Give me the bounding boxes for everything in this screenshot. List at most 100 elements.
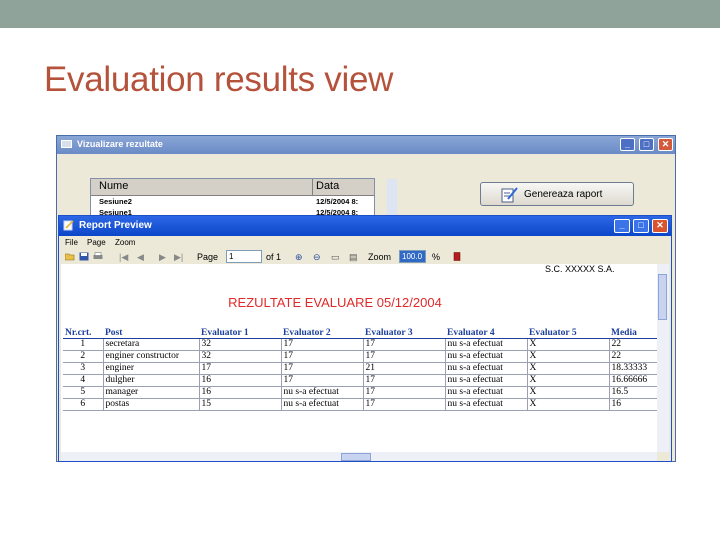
column-header: Evaluator 2 [281,327,363,339]
table-cell: 5 [63,386,103,399]
close-button[interactable]: ✕ [658,138,673,151]
report-page: S.C. XXXXX S.A. REZULTATE EVALUARE 05/12… [61,264,657,452]
fit-page-icon[interactable]: ▭ [331,252,340,263]
table-cell: nu s-a efectuat [444,374,527,387]
table-cell: enginer constructor [102,350,199,363]
generate-report-button[interactable]: Genereaza raport [480,182,634,206]
horizontal-scroll-thumb[interactable] [341,453,371,461]
table-row: 6 postas 15 nu s-a efectuat 17 nu s-a efectua… [63,398,657,411]
table-cell: X [526,362,609,375]
vertical-scrollbar[interactable] [657,264,669,452]
preview-toolbar: |◀ ◀ ▶ ▶| Page 1 of 1 ⊕ ⊖ ▭ ▤ Zoom 100.0… [59,250,671,264]
maximize-button[interactable]: □ [639,138,654,151]
close-button[interactable]: ✕ [652,219,668,233]
table-cell: 17 [362,386,445,399]
table-cell: X [526,386,609,399]
table-cell: dulgher [102,374,199,387]
table-cell: secretara [102,338,199,351]
table-cell: enginer [102,362,199,375]
zoom-label: Zoom [368,252,392,262]
table-row: 5 manager 16 nu s-a efectuat 17 nu s-a efectu… [63,386,657,399]
table-cell: 2 [63,350,103,363]
company-name: S.C. XXXXX S.A. [545,264,615,274]
table-cell: 6 [63,398,103,411]
page-count-label: of 1 [266,252,282,262]
table-cell: 1 [63,338,103,351]
zoom-in-icon[interactable]: ⊕ [295,252,303,263]
first-page-icon[interactable]: |◀ [119,252,128,263]
table-row: 1 secretara 32 17 17 nu s-a efectuat X 22 [63,338,657,351]
zoom-field[interactable]: 100.0 [399,250,426,263]
column-header-nume[interactable]: Nume [99,180,128,192]
table-cell: 17 [280,362,363,375]
save-icon[interactable] [79,252,89,261]
zoom-out-icon[interactable]: ⊖ [313,252,321,263]
horizontal-scrollbar[interactable] [61,452,657,461]
menu-bar: File Page Zoom [59,236,671,250]
column-header: Media [609,327,657,339]
column-header: Nr.crt. [63,327,103,339]
menu-file[interactable]: File [65,238,78,247]
column-header-data[interactable]: Data [316,180,339,192]
results-table: Nr.crt. Post Evaluator 1 Evaluator 2 Eva… [63,327,657,411]
table-cell: 16 [198,386,281,399]
list-item[interactable]: Sesiune2 12/5/2004 8: [91,196,374,207]
table-cell: nu s-a efectuat [444,386,527,399]
table-cell: 32 [198,338,281,351]
open-folder-icon[interactable] [65,252,75,261]
table-row: 3 enginer 17 17 21 nu s-a efectuat X 18.33333 [63,362,657,375]
table-cell: 4 [63,374,103,387]
report-preview-window: Report Preview _ □ ✕ File Page Zoom |◀ ◀… [58,215,672,462]
report-preview-titlebar[interactable]: Report Preview _ □ ✕ [59,216,671,236]
table-cell: postas [102,398,199,411]
menu-page[interactable]: Page [87,238,106,247]
table-cell: 21 [362,362,445,375]
table-cell: 16 [608,398,657,411]
table-row: 4 dulgher 16 17 17 nu s-a efectuat X 16.66666 [63,374,657,387]
table-cell: 17 [280,350,363,363]
menu-zoom[interactable]: Zoom [115,238,135,247]
session-list[interactable]: Nume Data Sesiune2 12/5/2004 8: Sesiune1… [90,178,375,218]
table-row: 2 enginer constructor 32 17 17 nu s-a efectua… [63,350,657,363]
table-cell: 3 [63,362,103,375]
column-header: Evaluator 5 [527,327,609,339]
minimize-button[interactable]: _ [614,219,630,233]
print-icon[interactable] [93,252,103,261]
session-name: Sesiune2 [99,197,132,206]
column-header: Evaluator 3 [363,327,445,339]
results-window-titlebar[interactable]: Vizualizare rezultate _ □ ✕ [57,136,675,154]
table-cell: 17 [198,362,281,375]
window-menu-icon[interactable] [61,140,72,148]
table-cell: 17 [362,350,445,363]
table-cell: nu s-a efectuat [444,350,527,363]
table-cell: 18.33333 [608,362,657,375]
table-header-row: Nr.crt. Post Evaluator 1 Evaluator 2 Eva… [63,327,657,339]
results-window-title: Vizualizare rezultate [77,139,163,149]
table-cell: 17 [280,374,363,387]
table-cell: manager [102,386,199,399]
vertical-scroll-thumb[interactable] [658,274,667,320]
generate-report-label: Genereaza raport [524,189,603,200]
table-cell: nu s-a efectuat [444,362,527,375]
table-cell: X [526,398,609,411]
column-header: Evaluator 4 [445,327,527,339]
next-page-icon[interactable]: ▶ [159,252,166,263]
table-cell: 16.5 [608,386,657,399]
report-preview-title: Report Preview [79,220,152,231]
slide-title: Evaluation results view [44,60,394,99]
report-pencil-icon [501,187,518,203]
table-cell: nu s-a efectuat [280,398,363,411]
last-page-icon[interactable]: ▶| [174,252,183,263]
table-cell: 17 [280,338,363,351]
maximize-button[interactable]: □ [633,219,649,233]
table-cell: X [526,350,609,363]
table-cell: 17 [362,398,445,411]
page-number-field[interactable]: 1 [226,250,262,263]
column-header: Post [103,327,199,339]
minimize-button[interactable]: _ [620,138,635,151]
session-list-scrollbar[interactable] [387,179,397,217]
exit-door-icon[interactable] [452,252,462,261]
prev-page-icon[interactable]: ◀ [137,252,144,263]
fit-width-icon[interactable]: ▤ [349,252,358,263]
report-preview-icon[interactable] [63,220,74,231]
